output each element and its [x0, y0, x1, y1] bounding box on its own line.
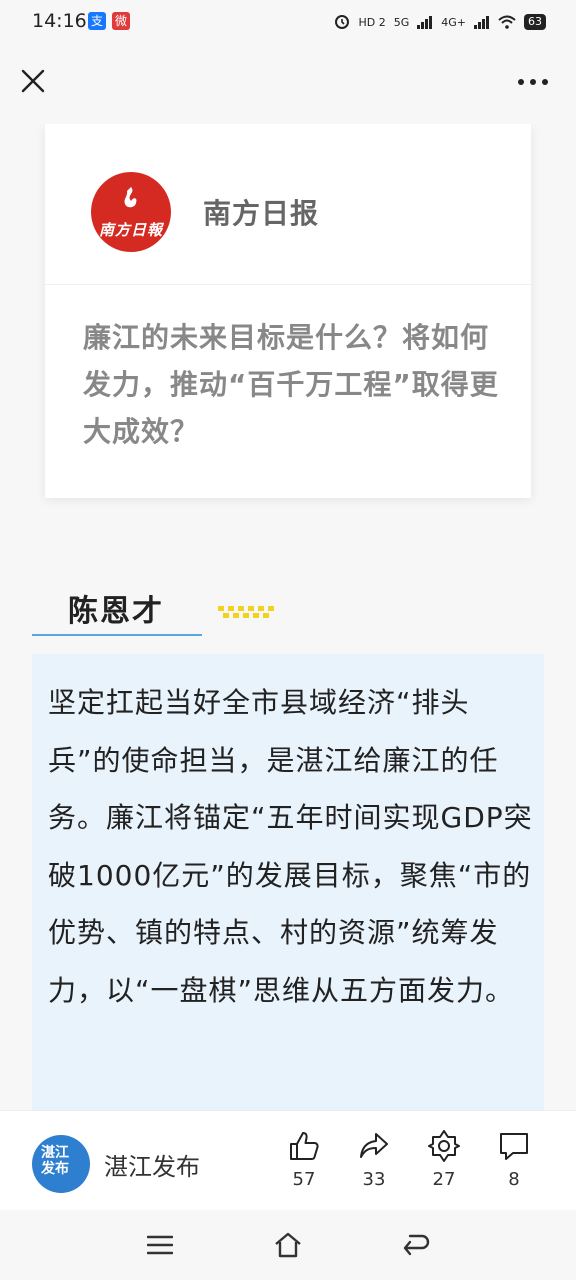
top-bar [0, 44, 576, 124]
back-nav-button[interactable] [396, 1230, 436, 1260]
back-icon [403, 1234, 430, 1256]
network-4g-label: 4G+ [441, 15, 466, 29]
favorite-count: 27 [432, 1169, 456, 1190]
answer-box: 坚定扛起当好全市县域经济“排头兵”的使命担当，是湛江给廉江的任务。廉江将锚定“五… [32, 654, 544, 1110]
comment-count: 8 [508, 1169, 520, 1190]
network-5g-label: 5G [393, 15, 410, 29]
menu-nav-button[interactable] [140, 1230, 180, 1260]
status-indicators: HD 2 5G 4G+ 63 [334, 12, 546, 32]
home-icon [275, 1232, 301, 1258]
signal-icon-2 [474, 16, 489, 29]
bottom-action-bar: 湛江发布 湛江发布 57 33 27 8 [0, 1110, 576, 1211]
article-content[interactable]: 南方日報 南方日报 廉江的未来目标是什么？将如何发力，推动“百千万工程”取得更大… [0, 124, 576, 1110]
speaker-name: 陈恩才 [68, 594, 164, 629]
logo-text: 南方日報 [98, 220, 163, 239]
status-time: 14:16 [32, 10, 87, 32]
network-hd-label: HD 2 [358, 15, 386, 29]
card-divider [45, 284, 531, 285]
question-text: 廉江的未来目标是什么？将如何发力，推动“百千万工程”取得更大成效？ [83, 321, 499, 448]
like-button[interactable]: 57 [274, 1129, 334, 1190]
comment-bubble-icon [500, 1133, 528, 1160]
signal-icon [417, 16, 433, 29]
home-nav-button[interactable] [268, 1230, 308, 1260]
wifi-icon [498, 15, 516, 29]
menu-icon [147, 1235, 173, 1255]
comment-button[interactable]: 8 [484, 1129, 544, 1190]
speaker-underline [32, 634, 202, 636]
avatar-text: 湛江发布 [41, 1145, 69, 1177]
battery-indicator: 63 [524, 14, 546, 30]
answer-text: 坚定扛起当好全市县域经济“排头兵”的使命担当，是湛江给廉江的任务。廉江将锚定“五… [48, 686, 533, 1007]
account-avatar[interactable]: 湛江发布 [32, 1135, 90, 1193]
system-nav-bar [0, 1210, 576, 1280]
status-bar: 14:16 支 微 HD 2 5G 4G+ 63 [0, 0, 576, 44]
source-card: 南方日報 南方日报 廉江的未来目标是什么？将如何发力，推动“百千万工程”取得更大… [45, 124, 531, 498]
account-name[interactable]: 湛江发布 [104, 1147, 200, 1182]
star-badge-icon [428, 1130, 460, 1162]
source-name: 南方日报 [203, 197, 320, 230]
more-button[interactable] [516, 68, 550, 96]
favorite-button[interactable]: 27 [414, 1129, 474, 1190]
close-button[interactable] [16, 64, 50, 98]
close-icon [21, 69, 45, 93]
share-count: 33 [362, 1169, 386, 1190]
app-notification-icon: 微 [112, 12, 130, 30]
share-button[interactable]: 33 [344, 1129, 404, 1190]
flame-icon [124, 186, 137, 207]
like-count: 57 [292, 1169, 316, 1190]
more-dots-icon [518, 79, 548, 85]
alarm-icon [335, 15, 350, 29]
source-logo: 南方日報 [91, 172, 171, 252]
share-arrow-icon [360, 1133, 388, 1158]
alipay-notification-icon: 支 [88, 12, 106, 30]
decorative-dots-icon [218, 606, 274, 618]
thumbs-up-icon [290, 1132, 319, 1160]
